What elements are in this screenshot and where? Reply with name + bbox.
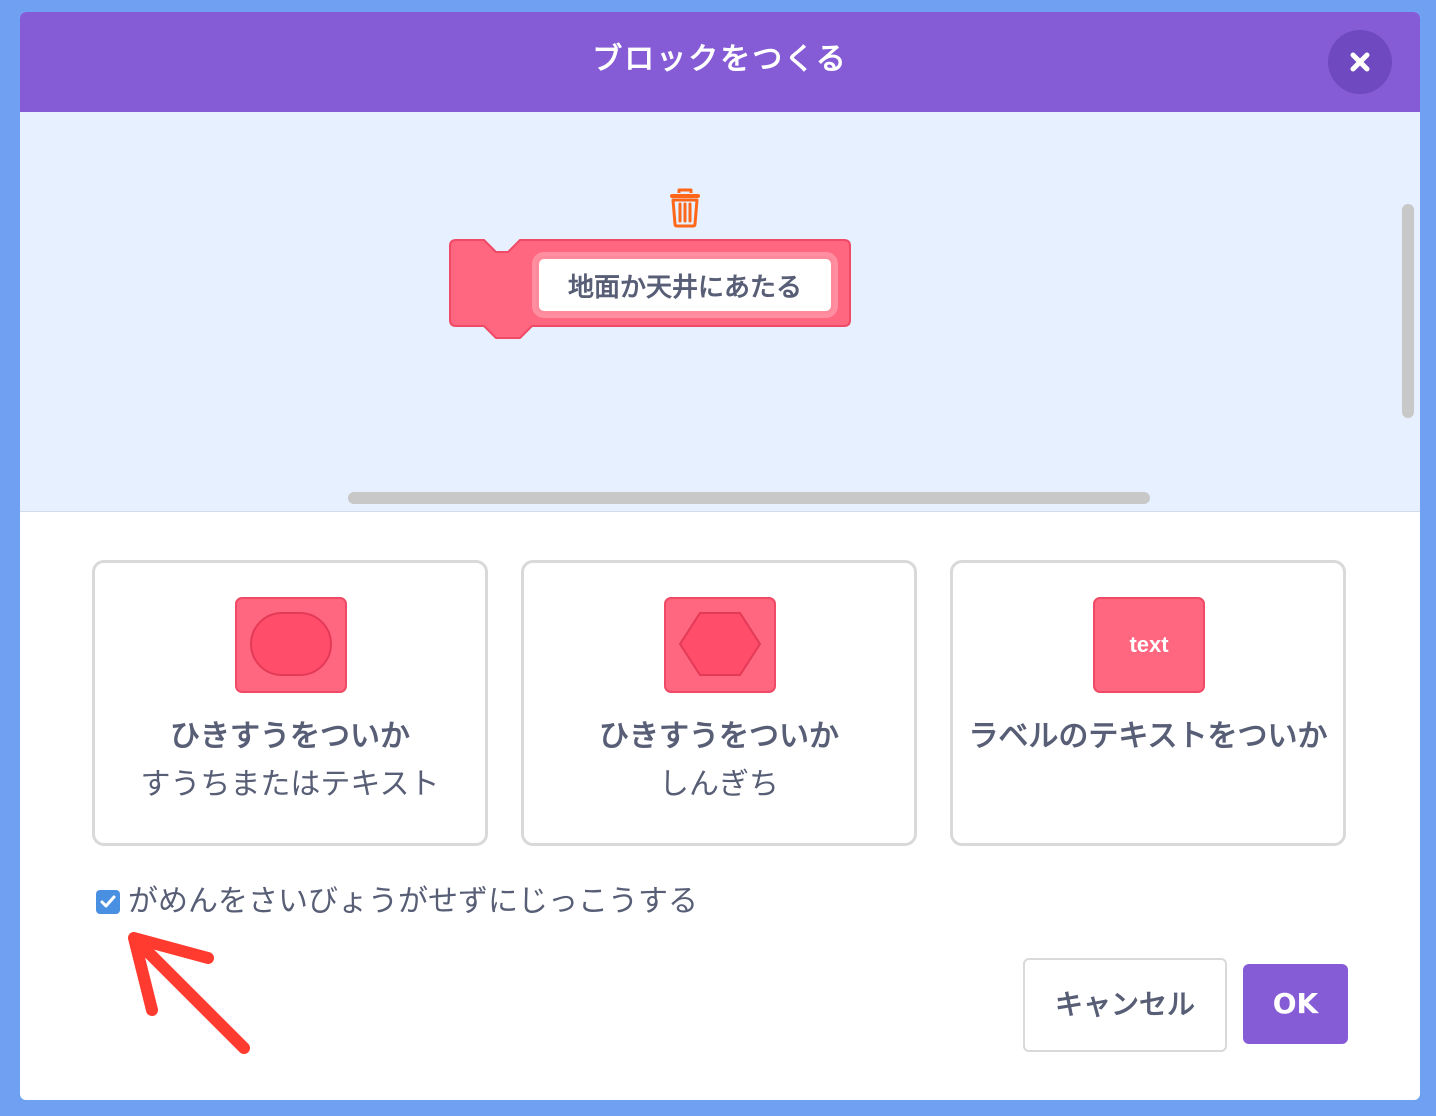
close-icon [1350, 52, 1370, 72]
option-title: ラベルのテキストをついか [968, 719, 1328, 754]
make-block-dialog: ブロックをつくる 地面か天井にあたる ひきすうをついか すうちまたはテキスト ひ… [20, 12, 1420, 1100]
label-text-icon: text [1093, 597, 1205, 693]
block-name-input[interactable] [536, 256, 834, 314]
option-title: ひきすうをついか [170, 719, 410, 754]
vertical-scrollbar[interactable] [1402, 204, 1414, 418]
close-button[interactable] [1328, 30, 1392, 94]
add-label-text-button[interactable]: text ラベルのテキストをついか [950, 560, 1346, 846]
run-without-refresh-checkbox[interactable] [96, 890, 120, 914]
add-input-boolean-button[interactable]: ひきすうをついか しんぎち [521, 560, 917, 846]
cancel-button[interactable]: キャンセル [1023, 958, 1227, 1052]
trash-icon[interactable] [668, 188, 702, 228]
add-input-number-text-button[interactable]: ひきすうをついか すうちまたはテキスト [92, 560, 488, 846]
block-options: ひきすうをついか すうちまたはテキスト ひきすうをついか しんぎち text ラ… [92, 560, 1348, 846]
option-subtitle: しんぎち [659, 767, 779, 802]
boolean-input-icon [664, 597, 776, 693]
run-without-refresh-row[interactable]: がめんをさいびょうがせずにじっこうする [96, 880, 698, 924]
dialog-header: ブロックをつくる [20, 12, 1420, 112]
checkmark-icon [100, 895, 116, 908]
option-title: ひきすうをついか [599, 719, 839, 754]
round-input-icon [235, 597, 347, 693]
ok-button[interactable]: OK [1243, 964, 1348, 1044]
block-preview-workspace [20, 112, 1420, 512]
option-subtitle: すうちまたはテキスト [140, 767, 440, 802]
annotation-arrow-icon [128, 932, 250, 1054]
dialog-title: ブロックをつくる [592, 42, 848, 77]
horizontal-scrollbar[interactable] [348, 492, 1150, 504]
run-without-refresh-label: がめんをさいびょうがせずにじっこうする [128, 884, 698, 919]
custom-block-preview [448, 238, 852, 346]
label-icon-text: text [1129, 632, 1169, 657]
